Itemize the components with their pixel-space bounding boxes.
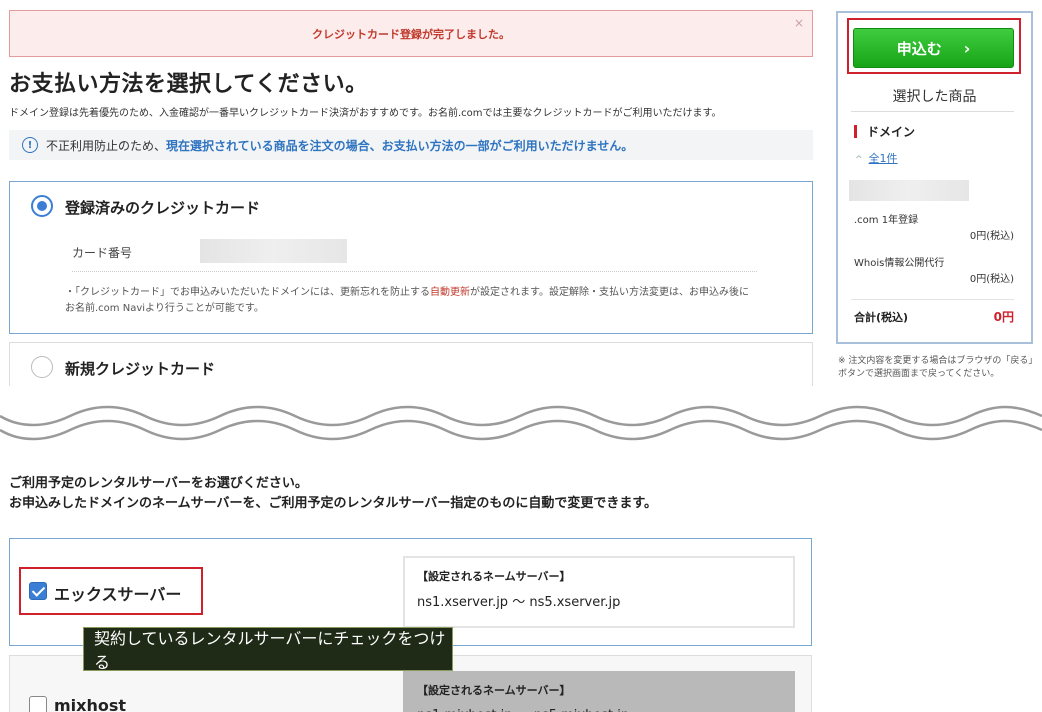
new-card-radio[interactable] <box>31 356 53 378</box>
domain-heading: ドメイン <box>854 123 915 140</box>
mixhost-checkbox[interactable] <box>29 696 47 712</box>
server-intro: ご利用予定のレンタルサーバーをお選びください。 お申込みしたドメインのネームサー… <box>9 476 658 511</box>
divider <box>72 271 757 272</box>
total-value: 0円 <box>993 310 1014 324</box>
close-icon[interactable]: × <box>794 16 804 30</box>
auto-renew-highlight: 自動更新 <box>430 287 470 298</box>
registered-card-radio[interactable] <box>31 195 53 217</box>
mixhost-label: mixhost <box>54 696 127 712</box>
divider <box>851 299 1014 300</box>
item-count-toggle[interactable]: ^ 全1件 <box>855 150 898 166</box>
card-number-value <box>200 239 347 263</box>
info-icon: ! <box>22 137 38 153</box>
alert-message: クレジットカード登録が完了しました。 <box>312 27 510 41</box>
nameserver-title: 【設定されるネームサーバー】 <box>417 684 571 697</box>
xserver-checkbox[interactable] <box>29 582 47 600</box>
registered-card-label: 登録済みのクレジットカード <box>65 199 261 217</box>
sidebar-note: ※ 注文内容を変更する場合はブラウザの「戻る」ボタンで選択画面まで戻ってください… <box>838 356 1033 379</box>
red-bar-marker <box>854 125 857 138</box>
line-item-name: .com 1年登録 <box>854 215 919 226</box>
wave-divider <box>0 386 1042 441</box>
notice-prefix: 不正利用防止のため、 <box>46 138 167 153</box>
line-item-name: Whois情報公開代行 <box>854 258 945 269</box>
notice-link[interactable]: 現在選択されている商品を注文の場合、お支払い方法の一部がご利用いただけません。 <box>166 137 633 154</box>
page-description: ドメイン登録は先着優先のため、入金確認が一番早いクレジットカード決済がおすすめで… <box>9 108 722 119</box>
domain-name-value <box>849 180 969 201</box>
line-item-price: 0円(税込) <box>969 274 1014 285</box>
fraud-notice: ! 不正利用防止のため、 現在選択されている商品を注文の場合、お支払い方法の一部… <box>9 130 813 160</box>
auto-renew-note: ・「クレジットカード」でお申込みいただいたドメインには、更新忘れを防止する自動更… <box>65 287 749 314</box>
xserver-label: エックスサーバー <box>54 585 182 604</box>
line-item-price: 0円(税込) <box>969 231 1014 242</box>
selected-products-title: 選択した商品 <box>892 89 977 105</box>
new-card-label: 新規クレジットカード <box>65 360 216 378</box>
nameserver-box: 【設定されるネームサーバー】 ns1.xserver.jp ～ ns5.xser… <box>403 556 795 628</box>
apply-button-label: 申込む <box>896 39 942 58</box>
apply-button[interactable]: 申込む › <box>853 28 1014 68</box>
instruction-tooltip: 契約しているレンタルサーバーにチェックをつける <box>83 627 453 672</box>
total-label: 合計(税込) <box>854 311 909 324</box>
registered-card-option[interactable]: 登録済みのクレジットカード カード番号 ・「クレジットカード」でお申込みいただい… <box>9 181 813 334</box>
nameserver-title: 【設定されるネームサーバー】 <box>417 570 571 583</box>
nameserver-value: ns1.xserver.jp ～ ns5.xserver.jp <box>417 595 621 610</box>
chevron-right-icon: › <box>963 38 971 58</box>
page-title: お支払い方法を選択してください。 <box>9 72 368 97</box>
nameserver-box: 【設定されるネームサーバー】 ns1.mixhost.jp ～ ns5.mixh… <box>403 671 795 712</box>
nameserver-value: ns1.mixhost.jp ～ ns5.mixhost.jp <box>417 704 629 712</box>
card-number-label: カード番号 <box>72 246 133 260</box>
chevron-up-icon: ^ <box>855 155 863 165</box>
success-alert: クレジットカード登録が完了しました。 × <box>9 10 813 57</box>
divider <box>851 111 1014 112</box>
